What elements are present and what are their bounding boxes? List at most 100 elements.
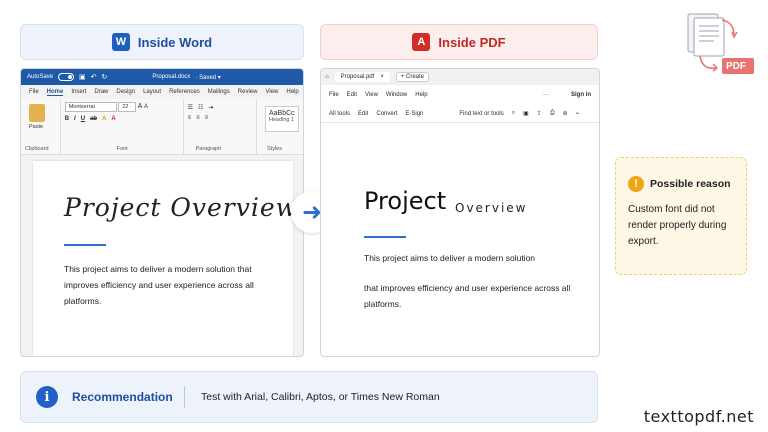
pdf-tab[interactable]: Proposal.pdf × [334, 72, 390, 82]
underline-icon[interactable]: U [81, 116, 85, 122]
style-sample: AaBbCc [269, 110, 295, 117]
font-size-select[interactable]: 22 [118, 102, 137, 112]
strikethrough-icon[interactable]: ab [90, 116, 97, 122]
recommendation-divider [184, 386, 185, 408]
inside-pdf-title: Inside PDF [438, 34, 506, 50]
shrink-font-icon[interactable]: A [144, 104, 148, 110]
font-name-select[interactable]: Montserrat [64, 102, 117, 112]
pdf-tab-title: Proposal.pdf [340, 74, 375, 80]
font-color-icon[interactable]: A [111, 116, 115, 122]
pdf-doc-heading: Project [364, 187, 447, 215]
close-icon[interactable]: × [380, 74, 384, 80]
pdf-doc-subheading: Overview [455, 201, 528, 215]
menu-review[interactable]: Review [238, 89, 258, 95]
italic-icon[interactable]: I [74, 116, 76, 122]
find-tools-field[interactable]: Find text or tools [459, 111, 503, 117]
menu-layout[interactable]: Layout [143, 89, 161, 95]
reason-body: Custom font did not render properly duri… [628, 204, 727, 247]
paste-label[interactable]: Paste [29, 124, 56, 130]
pdf-menu-bar: File Edit View Window Help ··· Sign in [321, 85, 599, 105]
bullets-icon[interactable]: ☰ [188, 104, 193, 111]
reason-title: Possible reason [650, 178, 731, 190]
grow-font-icon[interactable]: A [138, 103, 143, 110]
pdf-heading-rule [364, 236, 406, 238]
align-right-icon[interactable]: ≡ [205, 115, 209, 121]
autosave-label: AutoSave [27, 74, 54, 80]
word-doc-body: This project aims to deliver a modern so… [64, 264, 254, 306]
font-group: Montserrat 22 A A B I U ab A A Font [61, 99, 184, 154]
link-icon[interactable]: ⌁ [576, 110, 580, 117]
create-button[interactable]: + Create [395, 72, 430, 82]
word-titlebar: AutoSave ▣ ↶ ↻ Proposal.docx · Saved ▾ [21, 69, 303, 85]
indent-icon[interactable]: ⇥ [208, 104, 213, 111]
clipboard-group: Paste Clipboard [21, 99, 61, 154]
menu-references[interactable]: References [169, 89, 200, 95]
pdf-menu-view[interactable]: View [365, 92, 378, 98]
word-ribbon: Paste Clipboard Montserrat 22 A A B I U … [21, 99, 303, 155]
autosave-toggle[interactable] [58, 73, 75, 81]
pdf-menu-edit[interactable]: Edit [347, 92, 357, 98]
possible-reason-card: ! Possible reason Custom font did not re… [615, 157, 747, 275]
redo-icon[interactable]: ↻ [102, 73, 108, 81]
search-icon[interactable]: ⌕ [512, 110, 515, 117]
info-icon: i [36, 386, 58, 408]
word-logo-icon: W [111, 33, 130, 51]
word-doc-heading: Project Overview [64, 193, 299, 222]
link-copy-icon[interactable]: ⊚ [563, 110, 568, 117]
inside-word-header: W Inside Word [20, 24, 304, 60]
menu-help[interactable]: Help [286, 89, 298, 95]
paragraph-group: ☰ ☷ ⇥ ≡ ≡ ≡ Paragraph [184, 99, 257, 154]
styles-group: AaBbCc Heading 1 Styles [257, 99, 303, 154]
word-document-page [33, 161, 293, 356]
print-icon[interactable]: ⎙ [550, 110, 555, 117]
menu-design[interactable]: Design [116, 89, 135, 95]
inside-pdf-header: A Inside PDF [320, 24, 598, 60]
menu-file[interactable]: File [29, 89, 39, 95]
pdf-toolbar: All tools Edit Convert E-Sign Find text … [321, 105, 599, 123]
paste-icon[interactable] [29, 104, 45, 122]
pdf-logo-icon: A [412, 33, 431, 51]
inside-word-title: Inside Word [137, 34, 213, 50]
pdf-menu-file[interactable]: File [329, 92, 339, 98]
recommendation-text: Test with Arial, Calibri, Aptos, or Time… [201, 391, 440, 403]
menu-view[interactable]: View [265, 89, 278, 95]
pdf-menu-help[interactable]: Help [415, 92, 427, 98]
highlight-icon[interactable]: A [102, 116, 106, 122]
sign-in-button[interactable]: Sign in [571, 92, 591, 98]
pdf-menu-window[interactable]: Window [386, 92, 407, 98]
undo-icon[interactable]: ↶ [91, 73, 97, 81]
doc-to-pdf-graphic: PDF [686, 12, 756, 78]
styles-group-label: Styles [267, 146, 282, 152]
all-tools-button[interactable]: All tools [329, 111, 350, 117]
save-icon[interactable]: ▣ [79, 73, 86, 81]
esign-tool-button[interactable]: E-Sign [405, 111, 423, 117]
upload-icon[interactable]: ⇪ [537, 110, 542, 117]
recommendation-label: Recommendation [72, 390, 173, 404]
menu-insert[interactable]: Insert [71, 89, 86, 95]
save-status[interactable]: · Saved ▾ [195, 74, 220, 81]
style-name: Heading 1 [269, 117, 295, 123]
align-center-icon[interactable]: ≡ [196, 115, 200, 121]
align-left-icon[interactable]: ≡ [188, 115, 192, 121]
font-group-label: Font [116, 146, 128, 152]
menu-mailings[interactable]: Mailings [208, 89, 230, 95]
document-filename: Proposal.docx [152, 74, 191, 80]
menu-home[interactable]: Home [46, 89, 64, 96]
numbering-icon[interactable]: ☷ [198, 104, 203, 111]
style-heading1[interactable]: AaBbCc Heading 1 [265, 106, 299, 132]
edit-tool-button[interactable]: Edit [358, 111, 368, 117]
clipboard-label: Clipboard [25, 146, 49, 152]
more-options-icon[interactable]: ··· [543, 92, 549, 98]
paragraph-group-label: Paragraph [195, 146, 222, 152]
home-icon[interactable]: ⌂ [325, 74, 329, 80]
pdf-graphic-label: PDF [726, 61, 746, 72]
convert-tool-button[interactable]: Convert [376, 111, 397, 117]
pdf-tab-bar: ⌂ Proposal.pdf × + Create [321, 69, 599, 85]
site-watermark: texttopdf.net [643, 407, 754, 426]
pdf-doc-line2: that improves efficiency and user experi… [364, 283, 571, 309]
bold-icon[interactable]: B [65, 116, 69, 122]
save-file-icon[interactable]: ▣ [523, 110, 529, 117]
word-heading-rule [64, 244, 106, 246]
menu-draw[interactable]: Draw [94, 89, 108, 95]
word-menu-bar: File Home Insert Draw Design Layout Refe… [21, 85, 303, 99]
